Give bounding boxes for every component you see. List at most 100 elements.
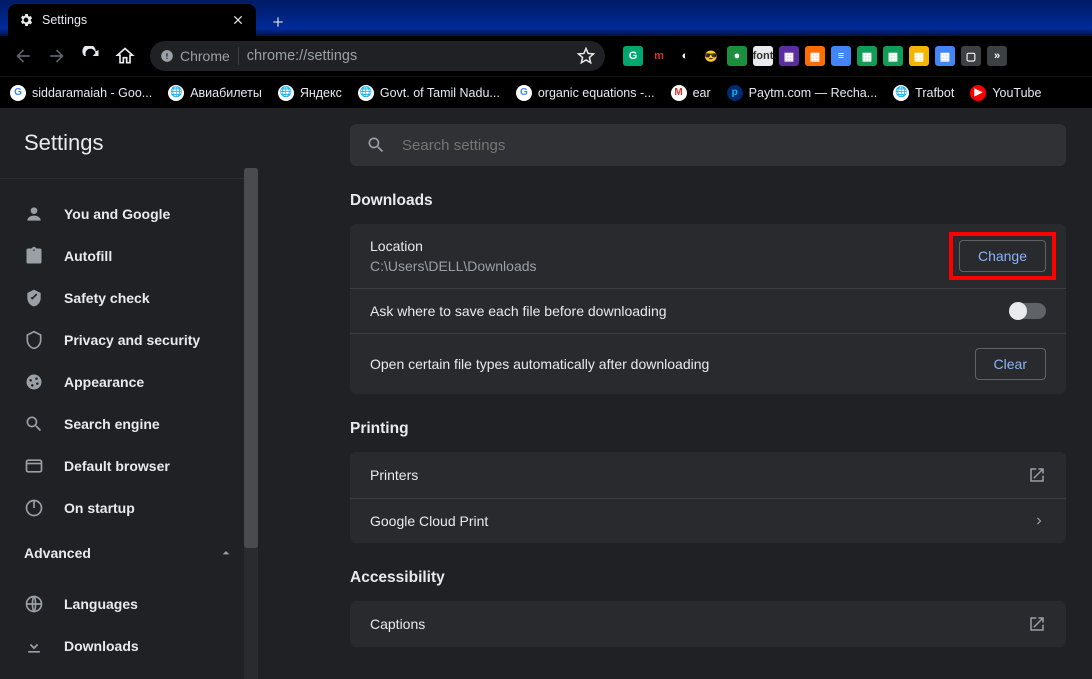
change-button-highlight: Change (949, 232, 1056, 280)
sidebar-item-icon (24, 414, 44, 434)
extension-icon[interactable]: ≡ (831, 46, 851, 66)
extension-icon[interactable]: ◐ (675, 46, 695, 66)
bookmark-item[interactable]: 🌐 Авиабилеты (168, 85, 262, 101)
clear-open-types-button[interactable]: Clear (975, 348, 1046, 380)
extension-icons: Gm ◐ 😎 ● font ▦ ▦ ≡ ▦ ▦ ▦ ▦ ▢ » (623, 46, 1007, 66)
gcp-label: Google Cloud Print (370, 513, 488, 529)
back-button[interactable] (8, 41, 38, 71)
ask-before-download-toggle[interactable] (1010, 303, 1046, 319)
downloads-ask-label: Ask where to save each file before downl… (370, 303, 667, 319)
extension-icon[interactable]: ▢ (961, 46, 981, 66)
google-cloud-print-row[interactable]: Google Cloud Print (350, 498, 1066, 543)
site-chip-label: Chrome (180, 48, 230, 64)
extension-icon[interactable]: ▦ (935, 46, 955, 66)
sidebar-item-label: Languages (64, 596, 138, 612)
bookmark-label: organic equations -... (538, 86, 655, 100)
bookmark-label: Авиабилеты (190, 86, 262, 100)
tab-title: Settings (42, 13, 222, 27)
bookmark-item[interactable]: 🌐Trafbot (893, 85, 954, 101)
sidebar-item[interactable]: Safety check (0, 277, 258, 319)
site-info-icon[interactable]: Chrome (160, 48, 230, 64)
extension-icon[interactable]: » (987, 46, 1007, 66)
bookmark-favicon: ▶ (970, 85, 986, 101)
bookmark-item[interactable]: Gorganic equations -... (516, 85, 655, 101)
bookmark-item[interactable]: Gsiddaramaiah - Goo... (10, 85, 152, 101)
reload-button[interactable] (76, 41, 106, 71)
bookmark-favicon: 🌐 (168, 85, 184, 101)
printers-row[interactable]: Printers (350, 452, 1066, 498)
bookmark-favicon: 🌐 (278, 85, 294, 101)
settings-sidebar: Settings You and GoogleAutofillSafety ch… (0, 108, 258, 679)
bookmark-label: YouTube (992, 86, 1041, 100)
sidebar-item[interactable]: Printing (0, 667, 258, 679)
extension-icon[interactable]: 😎 (701, 46, 721, 66)
extension-icon[interactable]: ▦ (883, 46, 903, 66)
sidebar-item[interactable]: Default browser (0, 445, 258, 487)
sidebar-item[interactable]: You and Google (0, 193, 258, 235)
omnibox-divider (238, 47, 239, 65)
settings-search[interactable] (350, 124, 1066, 166)
bookmark-item[interactable]: pPaytm.com — Recha... (727, 85, 878, 101)
extension-icon[interactable]: ▦ (805, 46, 825, 66)
forward-button[interactable] (42, 41, 72, 71)
bookmark-item[interactable]: Mear (671, 85, 711, 101)
extension-icon[interactable]: font (753, 46, 773, 66)
bookmark-item[interactable]: 🌐 Govt. of Tamil Nadu... (358, 85, 500, 101)
change-location-button[interactable]: Change (959, 240, 1046, 272)
printers-label: Printers (370, 467, 418, 483)
captions-label: Captions (370, 616, 425, 632)
browser-tab[interactable]: Settings (8, 4, 256, 36)
extension-icon[interactable]: ▦ (909, 46, 929, 66)
sidebar-item[interactable]: Search engine (0, 403, 258, 445)
close-tab-button[interactable] (230, 13, 246, 27)
bookmarks-bar: Gsiddaramaiah - Goo... 🌐 Авиабилеты 🌐Яндекс… (0, 76, 1092, 108)
sidebar-item[interactable]: Autofill (0, 235, 258, 277)
printing-card: Printers Google Cloud Print (350, 452, 1066, 543)
bookmark-favicon: 🌐 (358, 85, 374, 101)
sidebar-item-label: Safety check (64, 290, 150, 306)
sidebar-item-icon (24, 288, 44, 308)
sidebar-item-icon (24, 372, 44, 392)
downloads-ask-row[interactable]: Ask where to save each file before downl… (350, 288, 1066, 333)
sidebar-scrollbar-thumb[interactable] (244, 168, 258, 548)
sidebar-item[interactable]: Privacy and security (0, 319, 258, 361)
extension-icon[interactable]: m (649, 46, 669, 66)
settings-search-input[interactable] (402, 137, 1050, 154)
sidebar-item-label: Search engine (64, 416, 160, 432)
accessibility-heading: Accessibility (350, 569, 1066, 587)
home-button[interactable] (110, 41, 140, 71)
downloads-location-label: Location (370, 238, 537, 254)
sidebar-item-label: Default browser (64, 458, 170, 474)
settings-content: Downloads Location C:\Users\DELL\Downloa… (258, 108, 1092, 679)
sidebar-item-label: Autofill (64, 248, 112, 264)
downloads-location-row: Location C:\Users\DELL\Downloads Change (350, 224, 1066, 288)
bookmark-label: Govt. of Tamil Nadu... (380, 86, 500, 100)
chevron-up-icon (218, 545, 234, 561)
sidebar-item-label: On startup (64, 500, 135, 516)
downloads-heading: Downloads (350, 192, 1066, 210)
address-bar[interactable]: Chrome chrome://settings (150, 41, 605, 71)
sidebar-item[interactable]: Appearance (0, 361, 258, 403)
downloads-location-value: C:\Users\DELL\Downloads (370, 258, 537, 274)
sidebar-item-icon (24, 246, 44, 266)
extension-icon[interactable]: ▦ (779, 46, 799, 66)
sidebar-advanced-toggle[interactable]: Advanced (0, 529, 258, 569)
settings-page: Settings You and GoogleAutofillSafety ch… (0, 108, 1092, 679)
sidebar-item-label: Privacy and security (64, 332, 200, 348)
new-tab-button[interactable] (264, 8, 292, 36)
bookmark-item[interactable]: ▶ YouTube (970, 85, 1041, 101)
bookmark-star-icon[interactable] (577, 47, 595, 65)
sidebar-item[interactable]: On startup (0, 487, 258, 529)
captions-row[interactable]: Captions (350, 601, 1066, 647)
sidebar-item[interactable]: Downloads (0, 625, 258, 667)
sidebar-item-icon (24, 636, 44, 656)
bookmark-label: ear (693, 86, 711, 100)
external-link-icon (1028, 466, 1046, 484)
sidebar-item[interactable]: Languages (0, 583, 258, 625)
browser-toolbar: Chrome chrome://settings Gm ◐ 😎 ● font ▦ ▦ ≡ ▦ ▦ ▦… (0, 36, 1092, 76)
extension-icon[interactable]: ▦ (857, 46, 877, 66)
downloads-open-types-row: Open certain file types automatically af… (350, 333, 1066, 394)
extension-icon[interactable]: G (623, 46, 643, 66)
extension-icon[interactable]: ● (727, 46, 747, 66)
bookmark-item[interactable]: 🌐Яндекс (278, 85, 342, 101)
